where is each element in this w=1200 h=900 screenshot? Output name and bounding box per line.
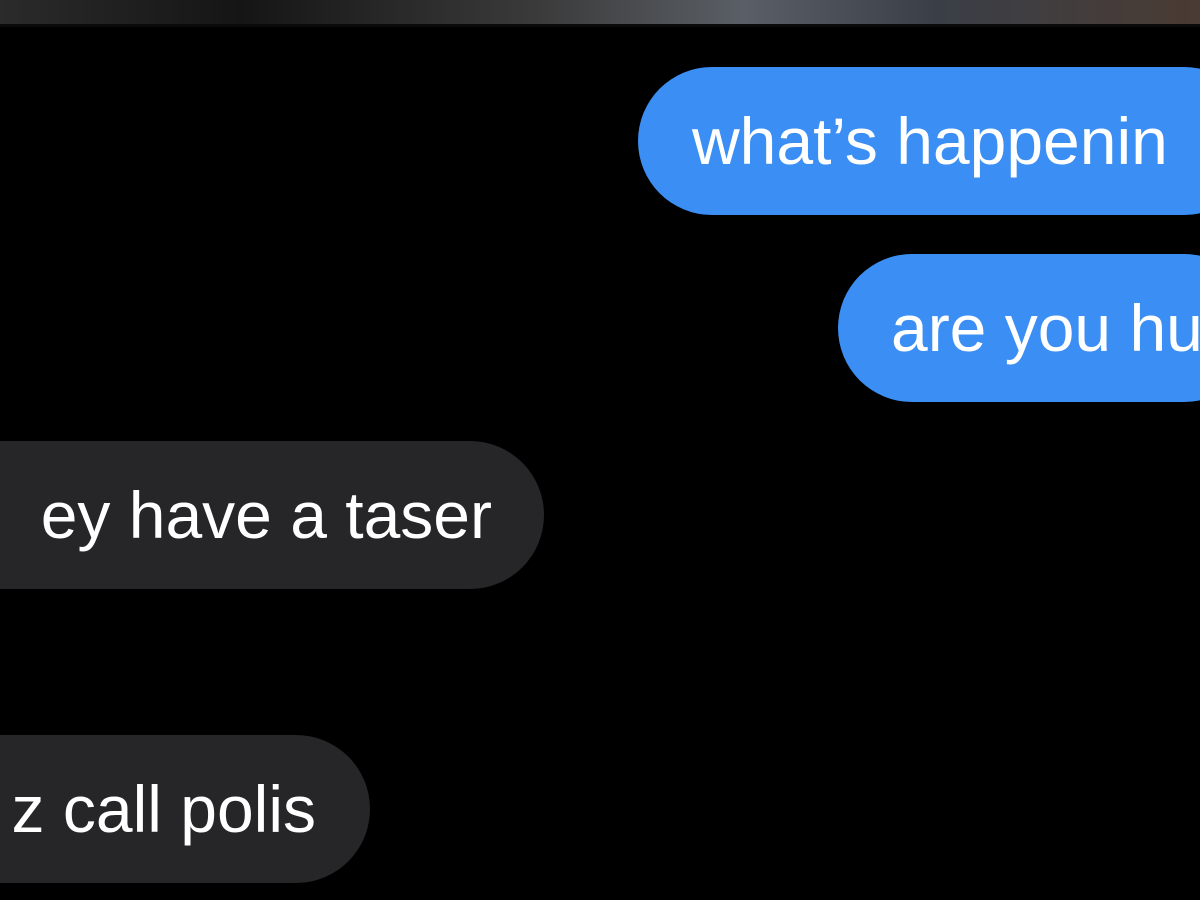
chat-screen: what’s happenin are you hu ey have a tas… <box>0 0 1200 900</box>
message-text: z call polis <box>11 772 316 846</box>
message-text: what’s happenin <box>692 104 1168 178</box>
message-bubble-received[interactable]: z call polis <box>0 735 370 883</box>
status-bar-strip <box>0 0 1200 27</box>
message-bubble-received[interactable]: ey have a taser <box>0 441 544 589</box>
message-text: are you hu <box>891 291 1200 365</box>
message-bubble-sent[interactable]: what’s happenin <box>638 67 1200 215</box>
message-bubble-sent[interactable]: are you hu <box>838 254 1200 402</box>
message-text: ey have a taser <box>40 478 492 552</box>
